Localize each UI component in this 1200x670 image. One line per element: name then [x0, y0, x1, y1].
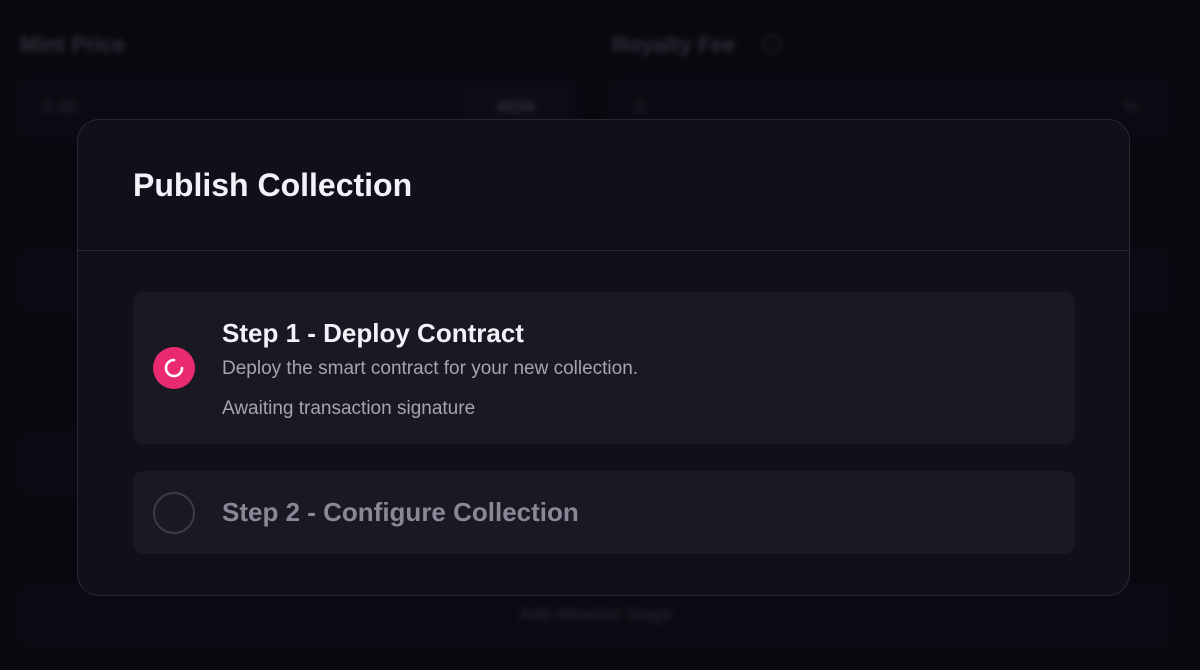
spinner-icon [164, 358, 184, 378]
step-configure-collection: Step 2 - Configure Collection [133, 471, 1075, 554]
modal-header: Publish Collection [78, 120, 1129, 251]
step-1-title: Step 1 - Deploy Contract [222, 318, 524, 348]
publish-collection-modal: Publish Collection Step 1 - Deploy Contr… [77, 119, 1130, 596]
pending-circle-icon [153, 492, 195, 534]
step-1-status-indicator [153, 347, 195, 389]
step-deploy-contract: Step 1 - Deploy Contract Deploy the smar… [133, 292, 1075, 444]
modal-title: Publish Collection [133, 167, 413, 203]
step-1-description: Deploy the smart contract for your new c… [222, 358, 639, 379]
step-1-status-text: Awaiting transaction signature [222, 398, 476, 419]
step-2-title: Step 2 - Configure Collection [222, 497, 579, 527]
